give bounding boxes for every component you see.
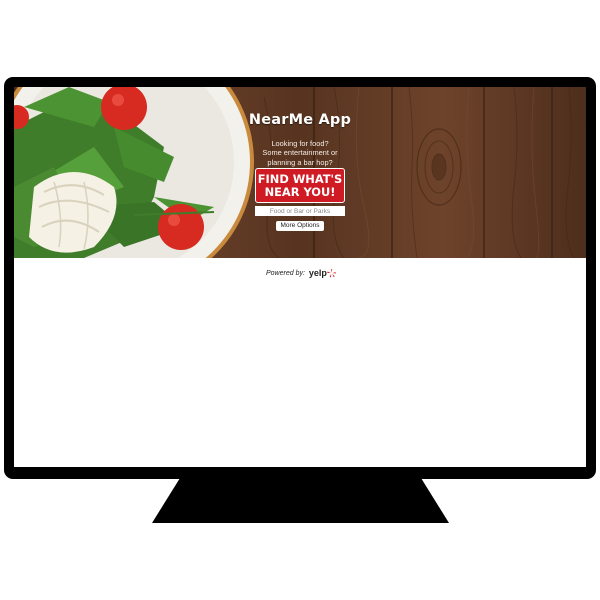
- powered-by-label: Powered by:: [266, 269, 305, 277]
- yelp-burst-icon: [327, 268, 336, 278]
- monitor-stand: [152, 478, 449, 523]
- salad-plate-image: [14, 87, 259, 258]
- hero-banner: NearMe App Looking for food? Some entert…: [14, 87, 586, 258]
- tagline: Looking for food? Some entertainment or …: [262, 139, 338, 167]
- search-input[interactable]: [255, 206, 345, 216]
- monitor-screen: NearMe App Looking for food? Some entert…: [14, 87, 586, 467]
- more-options-button[interactable]: More Options: [276, 221, 324, 231]
- app-title: NearMe App: [248, 112, 352, 128]
- powered-by: Powered by: yelp: [266, 267, 336, 279]
- find-near-you-button[interactable]: FIND WHAT'S NEAR YOU!: [255, 168, 345, 203]
- yelp-wordmark: yelp: [308, 268, 327, 278]
- hero-content: NearMe App Looking for food? Some entert…: [242, 87, 358, 258]
- monitor-frame: NearMe App Looking for food? Some entert…: [4, 77, 596, 479]
- yelp-logo[interactable]: yelp: [309, 268, 336, 278]
